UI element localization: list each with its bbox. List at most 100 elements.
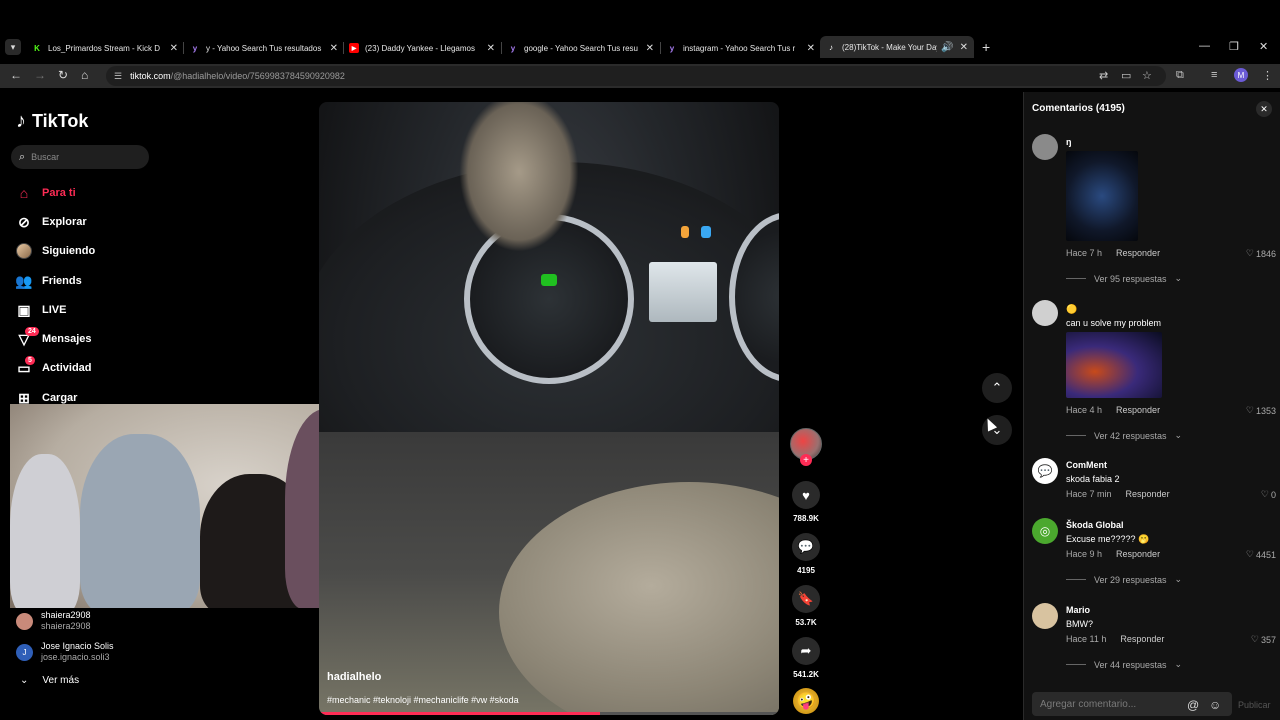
url-bar[interactable]: ☰ tiktok.com/@hadialhelo/video/756998378… [106, 66, 1166, 86]
close-tab-icon[interactable]: ✕ [330, 43, 338, 54]
nav-item-mensajes[interactable]: ▽ 24 Mensajes [16, 327, 92, 347]
comment-attached-image[interactable] [1066, 332, 1162, 398]
tiktok-logo[interactable]: ♪ TikTok [16, 110, 88, 133]
bookmark-star-icon[interactable]: ☆ [1142, 69, 1152, 82]
view-replies-label: Ver 44 respuestas [1094, 659, 1167, 670]
previous-video-button[interactable]: ⌃ [982, 373, 1012, 403]
view-replies-button[interactable]: Ver 95 respuestas ⌄ [1066, 273, 1182, 284]
music-disc-icon[interactable]: 🤪 [793, 688, 819, 714]
menu-dots-icon[interactable]: ⋮ [1262, 69, 1273, 82]
comment-like-button[interactable]: ♡ 1846 [1238, 248, 1276, 259]
browser-tab-yahoo-google[interactable]: y google - Yahoo Search Tus resu ✕ [508, 38, 654, 58]
minimize-icon[interactable]: — [1199, 40, 1210, 52]
close-tab-icon[interactable]: ✕ [487, 43, 495, 54]
reply-button[interactable]: Responder [1120, 634, 1164, 644]
translate-icon[interactable]: ⇄ [1099, 69, 1108, 82]
profile-avatar[interactable]: M [1234, 68, 1248, 82]
view-replies-button[interactable]: Ver 44 respuestas ⌄ [1066, 659, 1182, 670]
share-button[interactable]: ➦ 541.2K [791, 637, 821, 679]
nav-item-friends[interactable]: 👥 Friends [15, 273, 81, 289]
browser-tab-strip [0, 0, 1280, 36]
comment-attached-image[interactable] [1066, 151, 1138, 241]
close-tab-icon[interactable]: ✕ [170, 43, 178, 54]
emoji-icon[interactable]: ☺ [1209, 698, 1221, 712]
maximize-icon[interactable]: ❐ [1229, 40, 1239, 53]
speaker-icon[interactable]: 🔊 [941, 42, 953, 53]
media-controls-icon[interactable]: ≡ [1211, 69, 1217, 81]
site-info-icon[interactable]: ☰ [114, 71, 122, 82]
home-browser-icon[interactable]: ⌂ [81, 68, 88, 82]
comment-like-button[interactable]: ♡ 357 [1238, 634, 1276, 645]
save-button[interactable]: 🔖 53.7K [791, 585, 821, 627]
comment-author[interactable]: Mario [1066, 605, 1090, 615]
mention-icon[interactable]: @ [1187, 698, 1199, 712]
comment-author[interactable]: ComMent [1066, 460, 1107, 470]
nav-item-actividad[interactable]: ▭ 5 Actividad [16, 356, 92, 376]
warning-light-icon [681, 226, 689, 238]
like-button[interactable]: ♥ 788.9K [791, 481, 821, 523]
view-replies-button[interactable]: Ver 29 respuestas ⌄ [1066, 574, 1182, 585]
cast-icon[interactable]: ▭ [1121, 69, 1131, 82]
close-window-icon[interactable]: ✕ [1259, 40, 1268, 53]
video-username[interactable]: hadialhelo [327, 671, 381, 683]
nav-item-siguiendo[interactable]: Siguiendo [16, 243, 95, 259]
comments-title: Comentarios (4195) [1032, 103, 1125, 114]
video-hashtags[interactable]: #mechanic #teknoloji #mechaniclife #vw #… [327, 695, 519, 705]
youtube-favicon-icon: ▶ [349, 43, 359, 53]
reply-button[interactable]: Responder [1116, 405, 1160, 415]
back-icon[interactable]: ← [10, 68, 22, 82]
comment-meta: Hace 7 h Responder [1066, 248, 1160, 258]
nav-item-para-ti[interactable]: ⌂ Para ti [16, 185, 76, 201]
forward-icon[interactable]: → [34, 68, 46, 82]
search-box[interactable]: ⌕ Buscar [11, 145, 149, 169]
extensions-icon[interactable]: ⧉ [1176, 69, 1184, 82]
reply-button[interactable]: Responder [1126, 489, 1170, 499]
comment-like-button[interactable]: ♡ 1353 [1238, 405, 1276, 416]
comment-author[interactable]: ŋ [1066, 137, 1072, 147]
view-replies-label: Ver 29 respuestas [1094, 574, 1167, 585]
browser-tab-tiktok[interactable]: ♪ (28)TikTok - Make Your Day 🔊 ✕ [820, 36, 974, 58]
comment-avatar[interactable] [1032, 300, 1058, 326]
browser-tab-yahoo-instagram[interactable]: y instagram - Yahoo Search Tus r ✕ [667, 38, 815, 58]
reply-button[interactable]: Responder [1116, 549, 1160, 559]
comment-avatar[interactable]: ◎ [1032, 518, 1058, 544]
comment-avatar[interactable] [1032, 603, 1058, 629]
follow-plus-icon[interactable]: + [800, 454, 812, 466]
comment-input[interactable] [1040, 698, 1190, 710]
comment-like-button[interactable]: ♡ 4451 [1238, 549, 1276, 560]
nav-item-explorar[interactable]: ⊘ Explorar [16, 214, 87, 230]
reload-icon[interactable]: ↻ [58, 68, 68, 82]
nav-item-live[interactable]: ▣ LIVE [16, 302, 66, 318]
close-comments-icon[interactable]: ✕ [1256, 101, 1272, 117]
following-account-jose[interactable]: J Jose Ignacio Solis jose.ignacio.soli3 [16, 641, 114, 663]
comment-text: Excuse me????? 🫢 [1066, 534, 1150, 544]
comment-time: Hace 7 h [1066, 248, 1103, 258]
comment-like-count: 357 [1260, 634, 1276, 645]
comment-author[interactable]: Škoda Global [1066, 520, 1124, 530]
comment-avatar[interactable] [1032, 134, 1058, 160]
comment-author[interactable]: 🟡 [1066, 304, 1077, 315]
speech-bubble-icon: 💬 [1037, 464, 1053, 478]
close-tab-icon[interactable]: ✕ [646, 43, 654, 54]
comment-input-box[interactable] [1032, 692, 1232, 716]
reply-button[interactable]: Responder [1116, 248, 1160, 258]
share-count: 541.2K [793, 670, 819, 679]
following-account-shaiera[interactable]: shaiera2908 shaiera2908 [16, 610, 91, 632]
tab-search-chevron-icon[interactable]: ▾ [5, 39, 21, 55]
view-replies-button[interactable]: Ver 42 respuestas ⌄ [1066, 430, 1182, 441]
comment-button[interactable]: 💬 4195 [791, 533, 821, 575]
see-more-button[interactable]: ⌄ Ver más [20, 675, 79, 686]
new-tab-icon[interactable]: + [982, 39, 990, 55]
comment-like-button[interactable]: ♡ 0 [1238, 489, 1276, 500]
close-tab-icon[interactable]: ✕ [807, 43, 815, 54]
publish-button[interactable]: Publicar [1238, 700, 1271, 710]
dashboard-display-image [649, 262, 717, 322]
browser-tab-yahoo-y[interactable]: y y - Yahoo Search Tus resultados ✕ [190, 38, 338, 58]
tab-separator [660, 42, 661, 54]
video-player[interactable]: hadialhelo #mechanic #teknoloji #mechani… [319, 102, 779, 715]
video-progress-bar[interactable] [319, 712, 779, 715]
browser-tab-youtube[interactable]: ▶ (23) Daddy Yankee - Llegamos ✕ [349, 38, 495, 58]
browser-tab-kick[interactable]: K Los_Primardos Stream - Kick D ✕ [32, 38, 178, 58]
comment-avatar[interactable]: 💬 [1032, 458, 1058, 484]
close-tab-icon[interactable]: ✕ [960, 42, 968, 53]
